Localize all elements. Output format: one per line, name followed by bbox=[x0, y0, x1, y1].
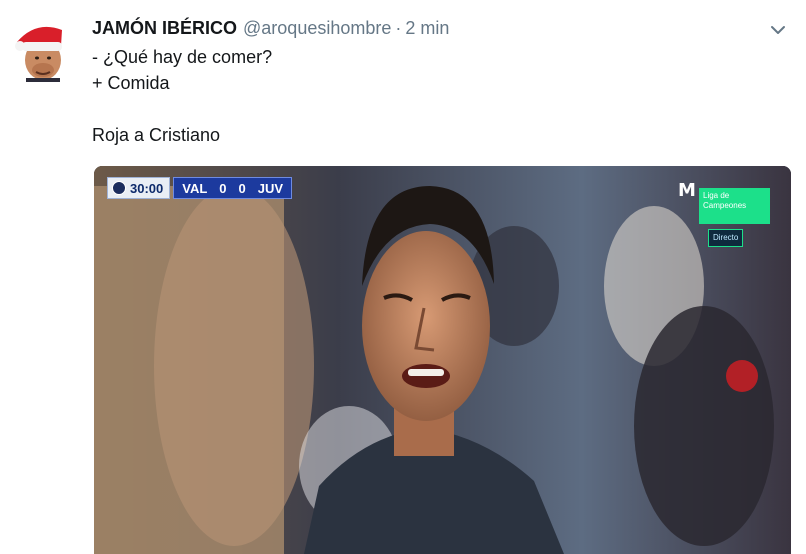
display-name[interactable]: JAMÓN IBÉRICO bbox=[92, 17, 237, 39]
home-team: VAL bbox=[182, 180, 208, 196]
tweet-line: + Comida bbox=[92, 73, 170, 93]
champions-league-ball-icon bbox=[112, 181, 126, 195]
santa-hat-avatar-icon bbox=[15, 26, 62, 82]
media-photo bbox=[94, 166, 791, 554]
channel-box: Liga de Campeones bbox=[699, 188, 770, 224]
clock-text: 30:00 bbox=[130, 180, 164, 196]
away-team: JUV bbox=[257, 180, 284, 196]
away-score: 0 bbox=[238, 180, 246, 196]
tweet-menu-button[interactable] bbox=[766, 20, 790, 40]
timestamp[interactable]: 2 min bbox=[405, 17, 449, 39]
scorebug: 30:00 VAL 0 0 JUV bbox=[107, 177, 293, 199]
live-label: Directo bbox=[708, 229, 744, 247]
tweet-header: JAMÓN IBÉRICO @aroquesihombre · 2 min bbox=[92, 17, 449, 39]
chevron-down-icon bbox=[771, 26, 785, 34]
home-score: 0 bbox=[219, 180, 227, 196]
score-panel: VAL 0 0 JUV bbox=[173, 177, 293, 199]
match-clock: 30:00 bbox=[107, 177, 171, 199]
tweet-line bbox=[92, 96, 272, 122]
tweet-media-image[interactable] bbox=[94, 166, 791, 554]
user-handle[interactable]: @aroquesihombre bbox=[243, 17, 391, 39]
avatar[interactable] bbox=[14, 18, 66, 82]
tweet-line: Roja a Cristiano bbox=[92, 125, 221, 145]
broadcaster-logo: M bbox=[678, 180, 696, 201]
separator: · bbox=[395, 18, 402, 38]
tweet-line: - ¿Qué hay de comer? bbox=[92, 47, 273, 67]
tweet-text: - ¿Qué hay de comer? + Comida Roja a Cri… bbox=[92, 44, 272, 148]
